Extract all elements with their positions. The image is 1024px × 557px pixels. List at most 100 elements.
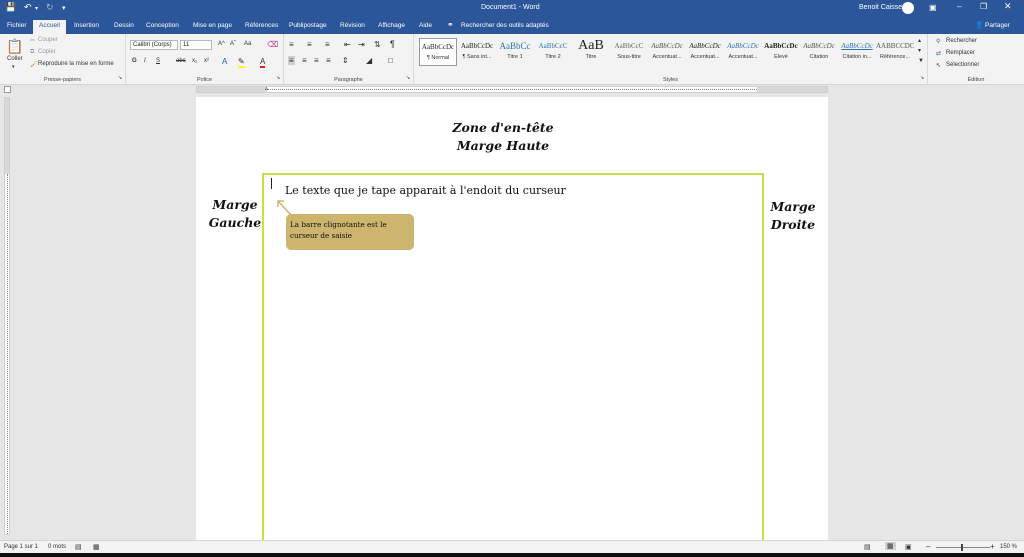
style-strong[interactable]: AaBbCcDc Élevé [762, 38, 800, 66]
format-painter-icon[interactable]: 🖌 [30, 61, 38, 68]
read-mode-icon[interactable]: ▤ [864, 543, 871, 551]
tab-references[interactable]: Références [245, 22, 278, 29]
change-case-button[interactable]: Aa [244, 41, 251, 47]
save-icon[interactable]: 💾 [5, 2, 16, 13]
select-icon[interactable]: ↖ [936, 62, 941, 69]
find-button[interactable]: Rechercher [946, 38, 977, 44]
tab-affichage[interactable]: Affichage [378, 22, 405, 29]
word-count[interactable]: 0 mots [48, 544, 66, 550]
restore-icon[interactable]: ❐ [980, 2, 987, 11]
tab-revision[interactable]: Révision [340, 22, 365, 29]
cut-button[interactable]: Couper [38, 37, 58, 43]
vertical-ruler[interactable] [4, 97, 10, 535]
align-center-icon[interactable]: ≡ [302, 56, 307, 65]
decrease-indent-icon[interactable]: ⇤ [344, 40, 351, 49]
bullets-icon[interactable]: ≡ [289, 40, 294, 49]
subscript-button[interactable]: x₂ [192, 58, 197, 64]
style-quote[interactable]: AaBbCcDc Citation [800, 38, 838, 66]
styles-scroll-down-icon[interactable]: ▾ [918, 47, 921, 54]
cut-icon[interactable]: ✂ [30, 37, 35, 44]
styles-more-icon[interactable]: ▼ [918, 58, 924, 64]
tab-dessin[interactable]: Dessin [114, 22, 134, 29]
align-left-icon[interactable]: ≡ [288, 56, 295, 65]
tab-accueil[interactable]: Accueil [33, 20, 66, 34]
style-no-spacing[interactable]: AaBbCcDc ¶ Sans int... [458, 38, 496, 66]
paste-icon[interactable]: 📋 [6, 37, 24, 55]
shrink-font-button[interactable]: Aˇ [230, 41, 236, 47]
bold-button[interactable]: G [132, 58, 137, 64]
font-size-select[interactable]: 11 [180, 40, 212, 50]
line-spacing-icon[interactable]: ⇕ [342, 56, 349, 65]
italic-button[interactable]: I [144, 58, 146, 64]
increase-indent-icon[interactable]: ⇥ [358, 40, 365, 49]
zoom-slider[interactable] [936, 547, 990, 548]
show-formatting-marks-icon[interactable]: ¶ [390, 39, 395, 49]
superscript-button[interactable]: x² [204, 58, 209, 64]
tab-conception[interactable]: Conception [146, 22, 179, 29]
style-title[interactable]: AaB Titre [572, 38, 610, 66]
align-right-icon[interactable]: ≡ [314, 56, 319, 65]
highlight-icon[interactable]: ✎ [238, 57, 245, 68]
style-intense-emphasis[interactable]: AaBbCcDc Accentuat... [724, 38, 762, 66]
search-icon[interactable]: ⚲ [936, 38, 940, 45]
share-icon[interactable]: 👤 [975, 21, 984, 29]
zoom-slider-thumb[interactable] [961, 544, 963, 551]
page-count[interactable]: Page 1 sur 1 [4, 544, 38, 550]
zoom-level[interactable]: 150 % [1000, 544, 1017, 550]
tab-insertion[interactable]: Insertion [74, 22, 99, 29]
shading-icon[interactable]: ◢ [366, 56, 372, 65]
grow-font-button[interactable]: A^ [218, 41, 225, 47]
web-layout-icon[interactable]: ▣ [905, 543, 912, 551]
minimize-icon[interactable]: – [957, 2, 961, 11]
clipboard-launcher-icon[interactable]: ↘ [118, 75, 122, 81]
user-name[interactable]: Benoit Caisse [859, 4, 902, 11]
clear-formatting-icon[interactable]: ⌫ [267, 40, 278, 49]
justify-icon[interactable]: ≡ [326, 56, 331, 65]
close-icon[interactable]: ✕ [1004, 1, 1012, 12]
paste-dropdown-icon[interactable]: ▾ [12, 64, 15, 70]
replace-button[interactable]: Remplacer [946, 50, 975, 56]
style-subtle-emphasis[interactable]: AaBbCcDc Accentuat... [648, 38, 686, 66]
style-subtle-reference[interactable]: AABBCCDC Référence... [876, 38, 914, 66]
styles-scroll-up-icon[interactable]: ▴ [918, 37, 921, 44]
style-emphasis[interactable]: AaBbCcDc Accentuat... [686, 38, 724, 66]
style-heading-2[interactable]: AaBbCcC Titre 2 [534, 38, 572, 66]
strikethrough-button[interactable]: abc [176, 58, 186, 64]
indent-marker-icon[interactable]: ▵ [265, 86, 268, 92]
paragraph-launcher-icon[interactable]: ↘ [406, 75, 410, 81]
ribbon-display-options-icon[interactable]: ▣ [929, 3, 937, 12]
font-launcher-icon[interactable]: ↘ [276, 75, 280, 81]
paste-button[interactable]: Coller [7, 56, 23, 62]
style-heading-1[interactable]: AaBbCc Titre 1 [496, 38, 534, 66]
style-normal[interactable]: AaBbCcDc ¶ Normal [419, 38, 457, 66]
undo-icon[interactable]: ↶ [24, 2, 32, 13]
format-painter-button[interactable]: Reproduire la mise en forme [38, 61, 114, 67]
undo-dropdown-icon[interactable]: ▾ [35, 5, 38, 12]
font-color-icon[interactable]: A [260, 57, 266, 68]
tab-mise-en-page[interactable]: Mise en page [193, 22, 232, 29]
select-button[interactable]: Sélectionner [946, 62, 979, 68]
numbering-icon[interactable]: ≡ [307, 40, 312, 49]
horizontal-ruler[interactable]: ▵ [196, 86, 828, 93]
tab-selector[interactable] [4, 86, 11, 93]
borders-icon[interactable]: □ [388, 56, 393, 65]
multilevel-list-icon[interactable]: ≡ [325, 40, 330, 49]
sort-icon[interactable]: ⇅ [374, 40, 381, 49]
customize-quick-access-icon[interactable]: ▾ [62, 4, 66, 12]
zoom-in-icon[interactable]: + [990, 542, 995, 551]
styles-launcher-icon[interactable]: ↘ [920, 75, 924, 81]
underline-button[interactable]: S [156, 58, 160, 64]
tab-aide[interactable]: Aide [419, 22, 432, 29]
redo-icon[interactable]: ↻ [46, 2, 54, 13]
text-effects-icon[interactable]: A [222, 57, 227, 66]
zoom-out-icon[interactable]: – [926, 542, 930, 551]
copy-icon[interactable]: ⧉ [30, 49, 34, 56]
tell-me-search[interactable]: Rechercher des outils adaptés [461, 22, 549, 29]
avatar[interactable] [902, 2, 914, 14]
share-button[interactable]: Partager [985, 22, 1010, 29]
style-subtitle[interactable]: AaBbCcC Sous-titre [610, 38, 648, 66]
proofing-icon[interactable]: ▤ [75, 543, 82, 551]
macro-icon[interactable]: ▦ [93, 543, 100, 551]
tab-fichier[interactable]: Fichier [7, 22, 27, 29]
style-intense-quote[interactable]: AaBbCcDc Citation in... [838, 38, 876, 66]
